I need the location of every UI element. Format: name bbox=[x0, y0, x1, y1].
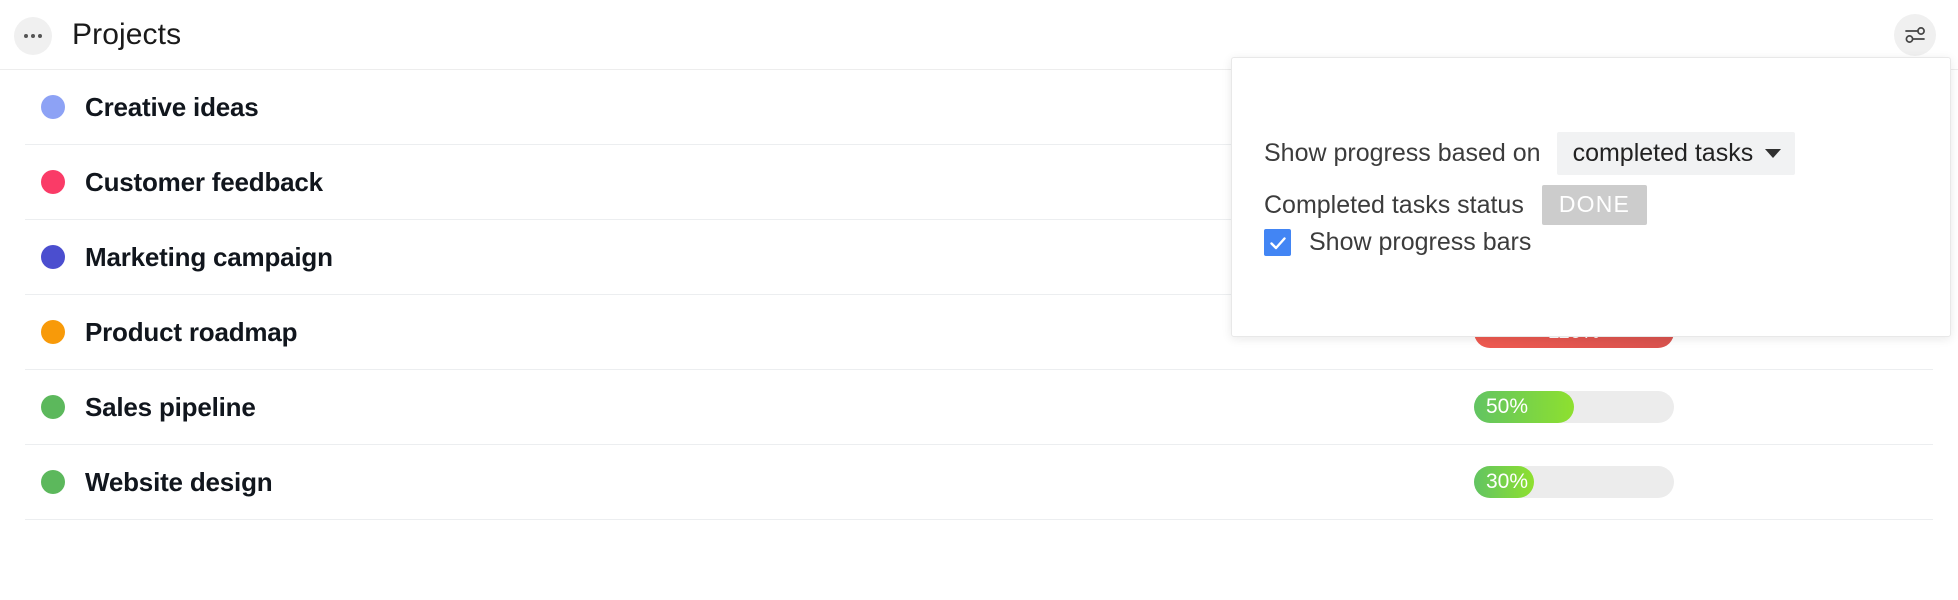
completed-status-setting: Completed tasks status DONE bbox=[1264, 185, 1648, 225]
project-name: Creative ideas bbox=[85, 91, 259, 122]
progress-basis-setting: Show progress based on completed tasks bbox=[1264, 132, 1796, 175]
project-name: Customer feedback bbox=[85, 166, 323, 197]
check-icon bbox=[1269, 236, 1286, 249]
project-name: Sales pipeline bbox=[85, 391, 256, 422]
completed-status-label: Completed tasks status bbox=[1264, 190, 1524, 219]
project-color-dot bbox=[41, 245, 65, 269]
project-color-dot bbox=[41, 470, 65, 494]
ellipsis-dot bbox=[24, 34, 28, 38]
sliders-glyph bbox=[1905, 27, 1925, 43]
project-name: Website design bbox=[85, 466, 273, 497]
progress-bar: 50% bbox=[1474, 391, 1674, 423]
progress-basis-select[interactable]: completed tasks bbox=[1556, 132, 1796, 175]
show-progress-bars-checkbox[interactable] bbox=[1264, 229, 1291, 256]
progress-fill: 50% bbox=[1474, 391, 1574, 423]
progress-value: 30% bbox=[1486, 470, 1529, 493]
ellipsis-dot bbox=[38, 34, 42, 38]
progress-bar: 30% bbox=[1474, 466, 1674, 498]
show-progress-bars-label: Show progress bars bbox=[1309, 228, 1532, 256]
project-color-dot bbox=[41, 395, 65, 419]
ellipsis-dot bbox=[31, 34, 35, 38]
chevron-down-icon bbox=[1765, 149, 1782, 158]
projects-page: Projects Creative ideas Customer feedbac… bbox=[0, 0, 1958, 600]
table-row[interactable]: Website design 30% bbox=[25, 445, 1933, 520]
project-color-dot bbox=[41, 95, 65, 119]
table-row[interactable]: Sales pipeline 50% bbox=[25, 370, 1933, 445]
progress-value: 50% bbox=[1486, 395, 1529, 418]
progress-basis-label: Show progress based on bbox=[1264, 139, 1541, 167]
status-badge[interactable]: DONE bbox=[1541, 185, 1648, 225]
show-progress-bars-setting[interactable]: Show progress bars bbox=[1264, 228, 1531, 257]
project-color-dot bbox=[41, 320, 65, 344]
project-color-dot bbox=[41, 170, 65, 194]
sliders-icon[interactable] bbox=[1894, 14, 1936, 56]
progress-settings-popover: Show progress based on completed tasks C… bbox=[1231, 57, 1951, 337]
project-name: Marketing campaign bbox=[85, 241, 333, 272]
ellipsis-icon[interactable] bbox=[14, 17, 52, 55]
progress-basis-value: completed tasks bbox=[1572, 139, 1754, 167]
progress-fill: 30% bbox=[1474, 466, 1534, 498]
page-title: Projects bbox=[72, 18, 182, 51]
project-name: Product roadmap bbox=[85, 316, 298, 347]
